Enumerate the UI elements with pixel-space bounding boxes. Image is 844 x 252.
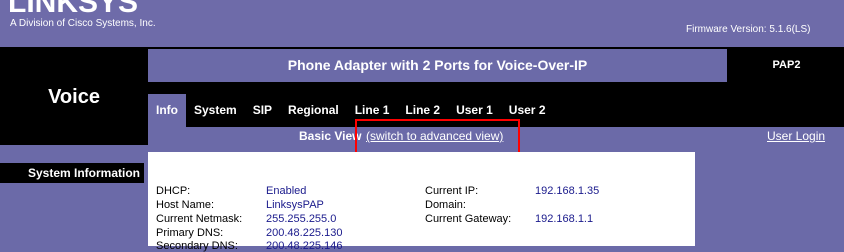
linksys-logo: LINKSYS: [8, 0, 139, 19]
netmask-value: 255.255.255.0: [266, 213, 337, 225]
current-gateway-value: 192.168.1.1: [535, 213, 594, 225]
content-panel: [148, 152, 695, 246]
sidebar: [0, 145, 148, 246]
right-panel: [697, 157, 844, 246]
netmask-label: Current Netmask:: [156, 213, 243, 225]
user-login-link[interactable]: User Login: [767, 129, 825, 143]
host-name-value: LinksysPAP: [266, 199, 324, 211]
product-title: Phone Adapter with 2 Ports for Voice-Ove…: [148, 49, 727, 82]
tab-system[interactable]: System: [186, 94, 245, 127]
firmware-version: Firmware Version: 5.1.6(LS): [686, 24, 811, 35]
tab-info[interactable]: Info: [148, 94, 186, 127]
dhcp-value: Enabled: [266, 185, 307, 197]
primary-dns-label: Primary DNS:: [156, 227, 224, 239]
primary-dns-value: 200.48.225.130: [266, 227, 343, 239]
basic-view-label: Basic View: [299, 129, 362, 143]
section-title: Voice: [48, 86, 100, 108]
current-ip-value: 192.168.1.35: [535, 185, 600, 197]
current-ip-label: Current IP:: [425, 185, 479, 197]
tab-regional[interactable]: Regional: [280, 94, 347, 127]
logo-subtitle: A Division of Cisco Systems, Inc.: [10, 18, 156, 29]
system-information-label: System Information: [0, 163, 144, 183]
dhcp-label: DHCP:: [156, 185, 191, 197]
domain-label: Domain:: [425, 199, 466, 211]
host-name-label: Host Name:: [156, 199, 215, 211]
current-gateway-label: Current Gateway:: [425, 213, 512, 225]
model-name: PAP2: [729, 49, 844, 82]
tab-sip[interactable]: SIP: [245, 94, 280, 127]
secondary-dns-value: 200.48.225.146: [266, 240, 343, 252]
secondary-dns-label: Secondary DNS:: [156, 240, 238, 252]
